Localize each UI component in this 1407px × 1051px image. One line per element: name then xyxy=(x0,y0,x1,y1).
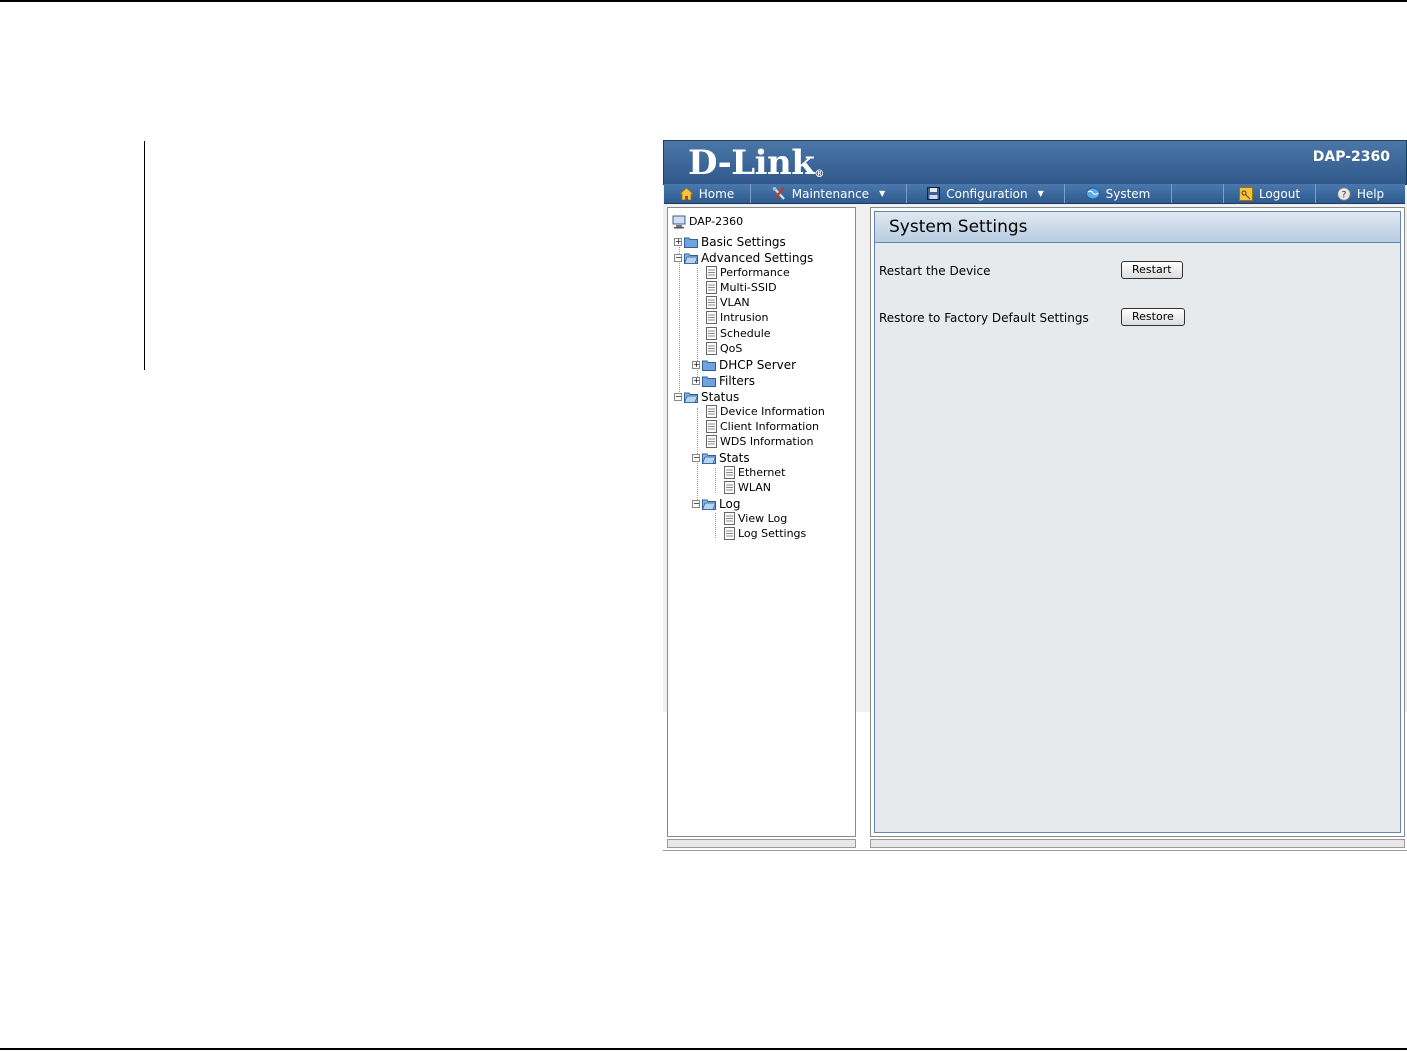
globe-icon xyxy=(1085,187,1100,200)
help-icon: ? xyxy=(1337,186,1351,201)
tree-filters[interactable]: + Filters xyxy=(692,373,755,388)
page-icon xyxy=(706,435,717,448)
tree-basic-settings[interactable]: + Basic Settings xyxy=(674,234,786,249)
tree-horizontal-scrollbar[interactable] xyxy=(667,839,856,848)
navigation-tree: DAP-2360 + Basic Settings − Advanced Set… xyxy=(667,207,856,837)
page-icon xyxy=(724,527,735,540)
expand-icon[interactable]: + xyxy=(692,376,700,385)
page-icon xyxy=(706,405,717,418)
frame-bottom-edge xyxy=(663,850,1407,851)
margin-line xyxy=(144,141,145,370)
tree-item-schedule[interactable]: Schedule xyxy=(706,326,771,341)
menu-spacer xyxy=(1172,184,1224,203)
page-icon xyxy=(706,311,717,324)
tree-item-qos[interactable]: QoS xyxy=(706,341,742,356)
tree-item-performance[interactable]: Performance xyxy=(706,265,790,280)
dlink-logo: D-Link® xyxy=(688,143,824,183)
brand-bar: D-Link® DAP-2360 xyxy=(663,140,1407,185)
tree-item-vlan[interactable]: VLAN xyxy=(706,295,750,310)
tree-log[interactable]: − Log xyxy=(692,496,740,511)
page-icon xyxy=(724,466,735,479)
tree-item-wds-information[interactable]: WDS Information xyxy=(706,434,814,449)
tree-connector xyxy=(715,468,716,493)
page-top-rule xyxy=(0,0,1407,2)
tree-item-multi-ssid[interactable]: Multi-SSID xyxy=(706,280,777,295)
collapse-icon[interactable]: − xyxy=(692,453,700,462)
folder-icon xyxy=(684,237,698,248)
page-bottom-rule xyxy=(0,1048,1407,1050)
chevron-down-icon: ▼ xyxy=(879,189,886,198)
menu-logout[interactable]: Logout xyxy=(1224,184,1316,203)
restore-button[interactable]: Restore xyxy=(1121,308,1185,326)
restart-label: Restart the Device xyxy=(879,264,991,278)
svg-text:?: ? xyxy=(1341,190,1346,200)
page-icon xyxy=(706,281,717,294)
folder-open-icon xyxy=(684,253,698,264)
collapse-icon[interactable]: − xyxy=(674,253,682,262)
section-title: System Settings xyxy=(875,212,1400,243)
folder-icon xyxy=(702,360,716,371)
tree-item-intrusion[interactable]: Intrusion xyxy=(706,310,769,325)
tree-connector xyxy=(715,513,716,538)
folder-icon xyxy=(702,376,716,387)
tree-item-view-log[interactable]: View Log xyxy=(724,511,787,526)
device-web-ui: D-Link® DAP-2360 Home Maintenance ▼ Confi… xyxy=(663,140,1407,851)
collapse-icon[interactable]: − xyxy=(692,499,700,508)
page-icon xyxy=(706,266,717,279)
page-icon xyxy=(724,512,735,525)
tree-item-client-information[interactable]: Client Information xyxy=(706,419,819,434)
page-icon xyxy=(706,296,717,309)
tree-root[interactable]: DAP-2360 xyxy=(672,214,743,229)
page-icon xyxy=(706,420,717,433)
expand-icon[interactable]: + xyxy=(674,237,682,246)
menu-bar: Home Maintenance ▼ Configuration ▼ System … xyxy=(664,184,1405,204)
folder-open-icon xyxy=(684,392,698,403)
tree-advanced-settings[interactable]: − Advanced Settings xyxy=(674,250,813,265)
tree-item-wlan[interactable]: WLAN xyxy=(724,480,771,495)
page-icon xyxy=(706,327,717,340)
page-icon xyxy=(706,342,717,355)
content-panel: System Settings Restart the Device Resta… xyxy=(870,207,1405,837)
tree-item-ethernet[interactable]: Ethernet xyxy=(724,465,785,480)
menu-home[interactable]: Home xyxy=(664,184,751,203)
content-horizontal-scrollbar[interactable] xyxy=(870,839,1405,848)
save-icon xyxy=(927,187,941,200)
restart-button[interactable]: Restart xyxy=(1121,261,1183,279)
tree-status[interactable]: − Status xyxy=(674,389,739,404)
collapse-icon[interactable]: − xyxy=(674,392,682,401)
menu-configuration[interactable]: Configuration ▼ xyxy=(907,184,1065,203)
computer-icon xyxy=(672,215,686,228)
menu-help[interactable]: ? Help xyxy=(1316,184,1405,203)
tree-item-log-settings[interactable]: Log Settings xyxy=(724,526,806,541)
system-settings-section: System Settings Restart the Device Resta… xyxy=(874,211,1401,833)
expand-icon[interactable]: + xyxy=(692,360,700,369)
tree-dhcp-server[interactable]: + DHCP Server xyxy=(692,357,796,372)
menu-system[interactable]: System xyxy=(1065,184,1172,203)
home-icon xyxy=(679,187,693,200)
model-name: DAP-2360 xyxy=(1312,149,1390,165)
tree-stats[interactable]: − Stats xyxy=(692,450,750,465)
folder-open-icon xyxy=(702,453,716,464)
folder-open-icon xyxy=(702,499,716,510)
page-icon xyxy=(724,481,735,494)
chevron-down-icon: ▼ xyxy=(1037,189,1044,198)
tree-item-device-information[interactable]: Device Information xyxy=(706,404,825,419)
restore-label: Restore to Factory Default Settings xyxy=(879,311,1089,325)
key-icon xyxy=(1238,186,1253,201)
menu-maintenance[interactable]: Maintenance ▼ xyxy=(751,184,907,203)
tools-icon xyxy=(772,187,785,200)
